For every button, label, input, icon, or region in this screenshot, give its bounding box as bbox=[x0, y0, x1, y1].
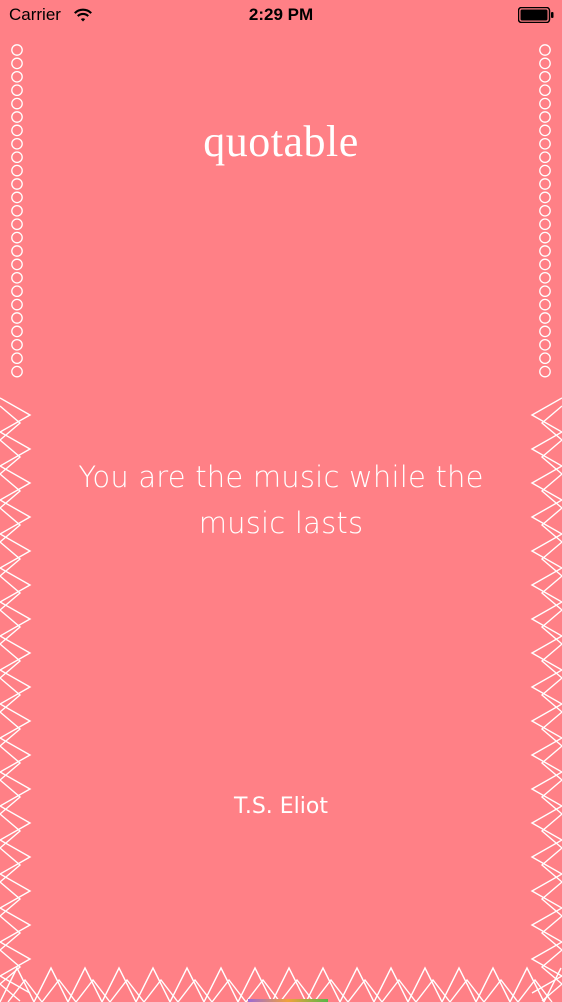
quote-author: T.S. Eliot bbox=[234, 794, 328, 819]
circle-chain-link bbox=[11, 338, 23, 351]
circle-chain-link bbox=[539, 57, 551, 70]
circle-chain-link bbox=[11, 178, 23, 190]
circle-chain-link bbox=[11, 70, 23, 83]
circle-chain-link bbox=[11, 325, 23, 338]
circle-chain-link bbox=[539, 312, 551, 324]
battery-icon bbox=[518, 7, 554, 23]
left-circle-chain bbox=[11, 44, 23, 378]
circle-chain-link bbox=[11, 44, 23, 56]
circle-chain-link bbox=[539, 338, 551, 351]
circle-chain-link bbox=[539, 258, 551, 271]
circle-chain-link bbox=[539, 97, 551, 110]
circle-chain-link bbox=[539, 352, 551, 365]
circle-chain-link bbox=[11, 57, 23, 70]
circle-chain-link bbox=[539, 70, 551, 83]
circle-chain-link bbox=[11, 352, 23, 365]
circle-chain-link bbox=[11, 231, 23, 244]
circle-chain-link bbox=[539, 218, 551, 231]
circle-chain-link bbox=[539, 204, 551, 217]
circle-chain-link bbox=[11, 365, 23, 378]
circle-chain-link bbox=[11, 258, 23, 271]
circle-chain-link bbox=[539, 44, 551, 56]
circle-chain-link bbox=[539, 191, 551, 204]
circle-chain-link bbox=[11, 312, 23, 324]
circle-chain-link bbox=[539, 298, 551, 311]
circle-chain-link bbox=[11, 271, 23, 284]
circle-chain-link bbox=[11, 204, 23, 217]
circle-chain-link bbox=[11, 97, 23, 110]
quote-text: You are the music while the music lasts bbox=[78, 460, 484, 540]
circle-chain-link bbox=[539, 271, 551, 284]
circle-chain-link bbox=[11, 298, 23, 311]
circle-chain-link bbox=[539, 245, 551, 257]
bottom-zigzag-border bbox=[0, 966, 562, 1002]
circle-chain-link bbox=[11, 285, 23, 298]
circle-chain-link bbox=[539, 285, 551, 298]
status-time: 2:29 PM bbox=[248, 5, 314, 24]
circle-chain-link bbox=[539, 325, 551, 338]
circle-chain-link bbox=[539, 84, 551, 97]
status-bar: Carrier 2:29 PM bbox=[0, 0, 562, 30]
right-circle-chain bbox=[539, 44, 551, 378]
right-zigzag-border bbox=[530, 397, 562, 1002]
circle-chain-link bbox=[11, 245, 23, 257]
app-title: quotable bbox=[203, 117, 359, 166]
circle-chain-link bbox=[539, 178, 551, 190]
circle-chain-link bbox=[539, 231, 551, 244]
circle-chain-link bbox=[539, 365, 551, 378]
left-zigzag-border bbox=[0, 397, 32, 1002]
circle-chain-link bbox=[11, 191, 23, 204]
circle-chain-link bbox=[11, 218, 23, 231]
circle-chain-link bbox=[11, 84, 23, 97]
